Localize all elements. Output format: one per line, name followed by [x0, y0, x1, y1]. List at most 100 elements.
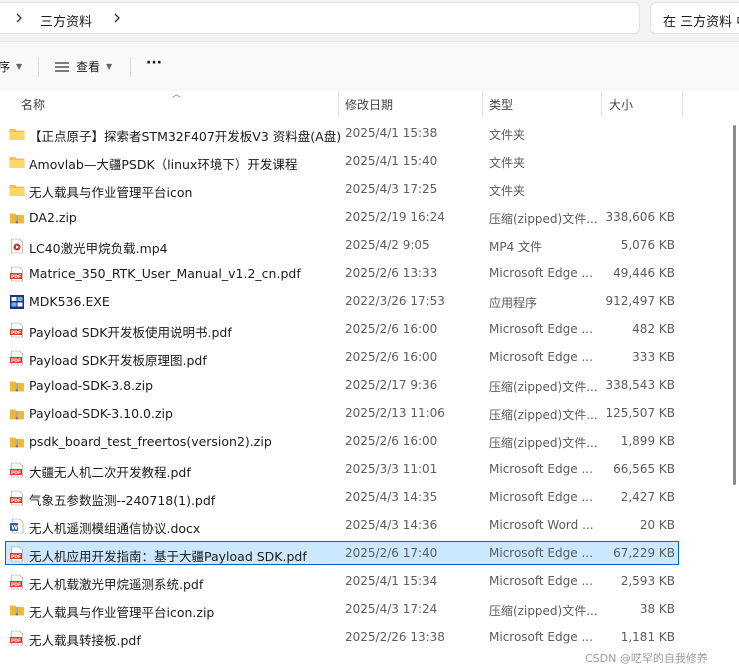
column-header-date[interactable]: 修改日期 — [345, 96, 393, 113]
file-row[interactable]: PDF 无人载具转接板.pdf 2025/2/26 13:38 Microsoft E… — [5, 625, 679, 649]
column-header-name[interactable]: 名称 — [21, 96, 45, 113]
file-row[interactable]: 无人载具与作业管理平台icon.zip 2025/4/3 17:24 压缩(zipp… — [5, 597, 679, 621]
more-options-button[interactable]: ··· — [146, 55, 162, 71]
file-row[interactable]: PDF Payload SDK开发板使用说明书.pdf 2025/2/6 16:00… — [5, 317, 679, 341]
file-row[interactable]: PDF 无人机载激光甲烷遥测系统.pdf 2025/4/1 15:34 Microso… — [5, 569, 679, 593]
file-row[interactable]: LC40激光甲烷负载.mp4 2025/4/2 9:05 MP4 文件 5,076 K… — [5, 233, 679, 257]
folder-icon — [9, 126, 25, 142]
file-name: MDK536.EXE — [29, 294, 110, 309]
file-date-modified: 2025/4/1 15:34 — [345, 574, 438, 588]
chevron-right-icon[interactable] — [12, 11, 26, 25]
column-divider[interactable] — [682, 91, 683, 117]
file-size: 2,427 KB — [620, 490, 675, 504]
chevron-right-icon[interactable] — [110, 11, 124, 25]
svg-text:PDF: PDF — [11, 330, 21, 336]
zip-icon — [9, 434, 25, 450]
vertical-scrollbar-thumb[interactable] — [733, 125, 736, 485]
file-row-selected[interactable]: PDF 无人机应用开发指南：基于大疆Payload SDK.pdf 2025/2/6… — [5, 541, 679, 565]
file-type: Microsoft Edge ... — [489, 490, 593, 504]
file-size: 49,446 KB — [613, 266, 675, 280]
file-name: Matrice_350_RTK_User_Manual_v1.2_cn.pdf — [29, 266, 301, 281]
file-date-modified: 2025/2/6 16:00 — [345, 350, 438, 364]
file-date-modified: 2025/4/2 9:05 — [345, 238, 430, 252]
file-row[interactable]: W 无人机遥测模组通信协议.docx 2025/4/3 14:36 Microsoft… — [5, 513, 679, 537]
view-label: 查看 — [76, 60, 101, 74]
file-size: 338,543 KB — [605, 378, 675, 392]
file-date-modified: 2025/4/1 15:38 — [345, 126, 438, 140]
file-date-modified: 2025/4/3 14:36 — [345, 518, 438, 532]
svg-text:PDF: PDF — [11, 358, 21, 364]
file-row[interactable]: PDF 大疆无人机二次开发教程.pdf 2025/3/3 11:01 Microsof… — [5, 457, 679, 481]
file-name: Payload-SDK-3.10.0.zip — [29, 406, 173, 421]
file-name: Payload SDK开发板使用说明书.pdf — [29, 325, 232, 340]
file-name: 无人载具转接板.pdf — [29, 633, 141, 648]
column-header-type[interactable]: 类型 — [489, 96, 513, 113]
file-name: psdk_board_test_freertos(version2).zip — [29, 434, 272, 449]
file-name: Payload SDK开发板原理图.pdf — [29, 353, 207, 368]
file-size: 5,076 KB — [620, 238, 675, 252]
file-type: 文件夹 — [489, 184, 526, 198]
folder-icon — [9, 154, 25, 170]
file-row[interactable]: Payload-SDK-3.8.zip 2025/2/17 9:36 压缩(zipp… — [5, 373, 679, 397]
svg-text:PDF: PDF — [11, 582, 21, 588]
toolbar-divider — [38, 57, 39, 77]
address-bar-region: 三方资料 在 三方资料 中搜索 — [0, 0, 739, 42]
column-headers: ︿ 名称 修改日期 类型 大小 — [0, 90, 739, 117]
file-type: 压缩(zipped)文件... — [489, 380, 597, 394]
file-type: Microsoft Edge ... — [489, 546, 593, 560]
file-row[interactable]: 无人载具与作业管理平台icon 2025/4/3 17:25 文件夹 — [5, 177, 679, 201]
file-row[interactable]: Payload-SDK-3.10.0.zip 2025/2/13 11:06 压缩(… — [5, 401, 679, 425]
toolbar-divider — [130, 57, 131, 77]
file-name: Amovlab—大疆PSDK（linux环境下）开发课程 — [29, 157, 298, 172]
breadcrumb-current-folder[interactable]: 三方资料 — [40, 11, 92, 30]
file-type: 应用程序 — [489, 296, 538, 310]
file-size: 912,497 KB — [605, 294, 675, 308]
file-size: 125,507 KB — [605, 406, 675, 420]
file-name: 【正点原子】探索者STM32F407开发板V3 资料盘(A盘) — [29, 129, 342, 144]
sort-label: 序 — [0, 60, 11, 74]
file-row[interactable]: DA2.zip 2025/2/19 16:24 压缩(zipped)文件... 338… — [5, 205, 679, 229]
file-name: DA2.zip — [29, 210, 77, 225]
file-type: Microsoft Edge ... — [489, 322, 593, 336]
file-type: 压缩(zipped)文件... — [489, 436, 597, 450]
address-bar[interactable]: 三方资料 — [0, 2, 640, 34]
file-date-modified: 2025/2/6 13:33 — [345, 266, 438, 280]
svg-text:PDF: PDF — [11, 554, 21, 560]
file-size: 2,593 KB — [620, 574, 675, 588]
pdf-icon: PDF — [9, 462, 25, 478]
zip-icon — [9, 406, 25, 422]
file-row[interactable]: Amovlab—大疆PSDK（linux环境下）开发课程 2025/4/1 15:… — [5, 149, 679, 173]
file-row[interactable]: 【正点原子】探索者STM32F407开发板V3 资料盘(A盘) 2025/4/1 … — [5, 121, 679, 145]
file-size: 20 KB — [639, 518, 675, 532]
column-divider[interactable] — [601, 91, 602, 117]
file-name: 无人载具与作业管理平台icon — [29, 185, 193, 200]
file-name: 无人机遥测模组通信协议.docx — [29, 521, 201, 536]
view-button[interactable]: 查看 ▼ — [54, 58, 112, 75]
file-row[interactable]: PDF Matrice_350_RTK_User_Manual_v1.2_cn.p… — [5, 261, 679, 285]
search-box[interactable]: 在 三方资料 中搜索 — [650, 2, 739, 34]
file-row[interactable]: PDF 气象五参数监测--240718(1).pdf 2025/4/3 14:35 M… — [5, 485, 679, 509]
view-list-icon — [55, 61, 69, 72]
sort-button[interactable]: 序 ▼ — [0, 58, 22, 75]
file-type: Microsoft Edge ... — [489, 266, 593, 280]
column-divider[interactable] — [482, 91, 483, 117]
zip-icon — [9, 602, 25, 618]
column-divider[interactable] — [338, 91, 339, 117]
file-row[interactable]: PDF Payload SDK开发板原理图.pdf 2025/2/6 16:00 Mi… — [5, 345, 679, 369]
file-row[interactable]: MDK536.EXE 2022/3/26 17:53 应用程序 912,497 KB — [5, 289, 679, 313]
column-header-size[interactable]: 大小 — [609, 96, 633, 113]
file-type: 压缩(zipped)文件... — [489, 408, 597, 422]
file-type: Microsoft Edge ... — [489, 350, 593, 364]
file-type: Microsoft Edge ... — [489, 630, 593, 644]
file-row[interactable]: psdk_board_test_freertos(version2).zip 20… — [5, 429, 679, 453]
svg-text:W: W — [11, 525, 18, 532]
chevron-down-icon: ▼ — [16, 62, 23, 71]
file-size: 67,229 KB — [613, 546, 675, 560]
svg-text:PDF: PDF — [11, 638, 21, 644]
watermark-text: CSDN @呓罕的自我修养 — [585, 652, 708, 665]
svg-text:PDF: PDF — [11, 274, 21, 280]
file-date-modified: 2022/3/26 17:53 — [345, 294, 445, 308]
pdf-icon: PDF — [9, 490, 25, 506]
file-type: 压缩(zipped)文件... — [489, 604, 597, 618]
file-date-modified: 2025/2/6 16:00 — [345, 322, 438, 336]
